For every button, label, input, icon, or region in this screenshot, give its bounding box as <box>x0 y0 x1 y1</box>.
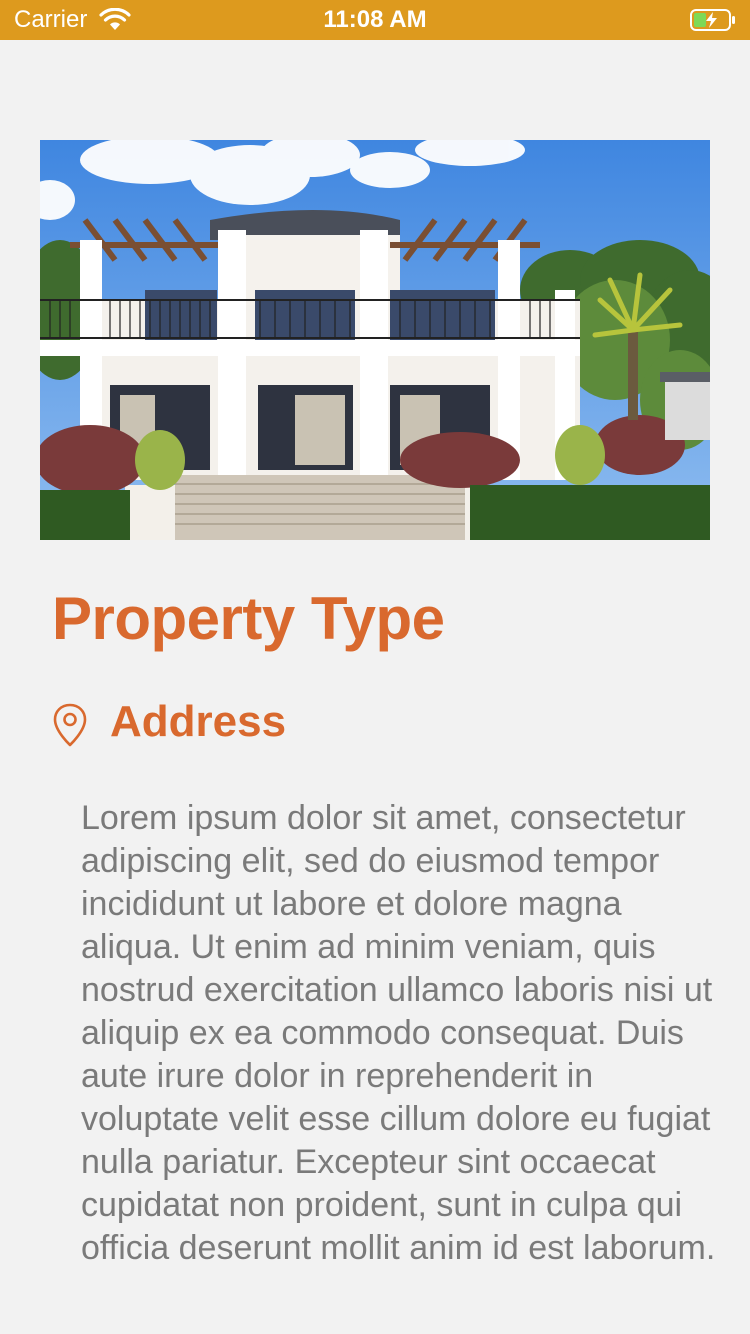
status-bar: Carrier 11:08 AM <box>0 0 750 40</box>
location-pin-icon <box>53 703 87 747</box>
house-illustration <box>40 140 710 540</box>
clock: 11:08 AM <box>323 6 427 33</box>
address-row[interactable]: Address <box>52 696 712 748</box>
property-description: Lorem ipsum dolor sit amet, consectetur … <box>81 799 716 1267</box>
property-type-title: Property Type <box>52 585 445 652</box>
property-photo <box>40 140 710 540</box>
battery-charging-icon <box>690 9 735 31</box>
address-label: Address <box>110 697 287 746</box>
property-detail-screen: Carrier 11:08 AM Property Type Address L… <box>0 0 750 1334</box>
